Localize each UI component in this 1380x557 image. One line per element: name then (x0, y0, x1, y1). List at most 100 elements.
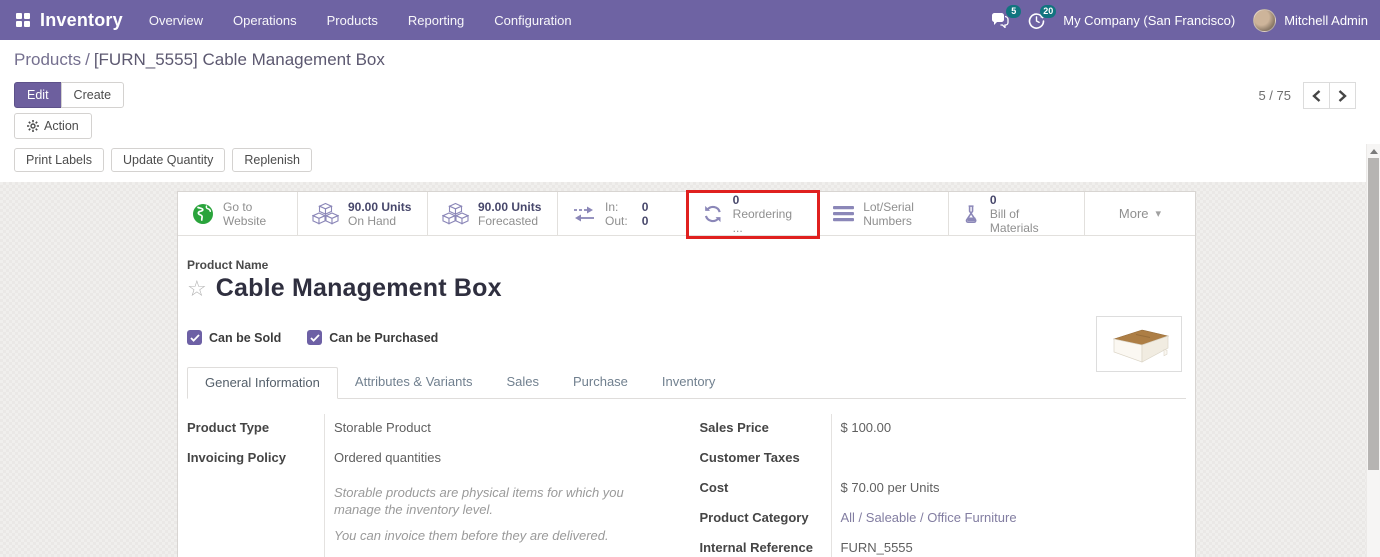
checkbox-checked-icon (187, 330, 202, 345)
app-brand[interactable]: Inventory (40, 10, 123, 31)
stat-in-out[interactable]: In: 0 Out: 0 (558, 192, 688, 235)
tab-general-information[interactable]: General Information (187, 367, 338, 399)
checkbox-label: Can be Purchased (329, 330, 439, 345)
field-customer-taxes: Customer Taxes (700, 444, 1187, 474)
product-name-label: Product Name (187, 258, 269, 272)
can-be-sold-checkbox[interactable]: Can be Sold (187, 330, 281, 345)
stat-label: On Hand (348, 213, 397, 228)
field-value[interactable]: FURN_5555 (832, 534, 913, 557)
form-left-column: Product Type Storable Product Invoicing … (187, 414, 674, 557)
breadcrumb-products-link[interactable]: Products (14, 50, 81, 69)
tab-inventory[interactable]: Inventory (645, 367, 732, 399)
control-panel: Products / [FURN_5555] Cable Management Bo… (0, 40, 1380, 139)
edit-button[interactable]: Edit (14, 82, 62, 108)
stat-label: Numbers (863, 213, 912, 228)
stat-go-to-website[interactable]: Go to Website (178, 192, 298, 235)
help-text-line: Storable products are physical items for… (334, 485, 624, 517)
breadcrumb-separator: / (85, 50, 90, 69)
gear-icon (27, 120, 39, 132)
stat-on-hand[interactable]: 90.00 Units On Hand (298, 192, 428, 235)
scrollbar-thumb[interactable] (1368, 158, 1379, 470)
stat-value: 90.00 Units (348, 199, 412, 214)
more-label: More (1118, 206, 1149, 221)
user-menu[interactable]: Mitchell Admin (1284, 13, 1368, 28)
update-quantity-button[interactable]: Update Quantity (111, 148, 226, 172)
stat-lot-serial-numbers[interactable]: Lot/Serial Numbers (819, 192, 950, 235)
refresh-icon (704, 205, 721, 222)
tab-sales[interactable]: Sales (489, 367, 556, 399)
field-label: Cost (700, 474, 832, 504)
action-menu-button[interactable]: Action (14, 113, 92, 139)
cubes-icon (442, 202, 469, 225)
apps-grid-icon[interactable] (16, 13, 30, 27)
pager-value: 5 / 75 (1258, 88, 1291, 103)
stat-bill-of-materials[interactable]: 0 Bill of Materials (949, 192, 1085, 235)
notebook-tabs: General Information Attributes & Variant… (187, 366, 1186, 399)
action-menu-label: Action (44, 119, 79, 133)
can-be-purchased-checkbox[interactable]: Can be Purchased (307, 330, 438, 345)
product-title: Cable Management Box (215, 274, 502, 302)
field-label: Internal Reference (700, 534, 832, 557)
company-switcher[interactable]: My Company (San Francisco) (1063, 13, 1235, 28)
pager-previous-button[interactable] (1303, 82, 1330, 109)
cubes-icon (312, 202, 339, 225)
triangle-up-icon (1369, 148, 1378, 154)
field-label: Customer Taxes (700, 444, 832, 474)
menu-operations[interactable]: Operations (233, 13, 297, 28)
field-value[interactable]: $ 100.00 (832, 414, 892, 444)
stat-in-label: In: (605, 199, 619, 214)
breadcrumb: Products / [FURN_5555] Cable Management Bo… (14, 50, 1366, 70)
stat-forecasted[interactable]: 90.00 Units Forecasted (428, 192, 558, 235)
stat-out-label: Out: (605, 213, 628, 228)
general-information-panel: Product Type Storable Product Invoicing … (187, 414, 1186, 557)
field-value[interactable] (832, 444, 841, 474)
list-lines-icon (833, 206, 855, 222)
messages-badge: 5 (1006, 5, 1022, 18)
stat-more-dropdown[interactable]: More ▾ (1085, 192, 1195, 235)
main-menu: Overview Operations Products Reporting C… (149, 13, 572, 28)
stat-value: 0 (732, 192, 740, 207)
field-value-link[interactable]: All / Saleable / Office Furniture (832, 504, 1017, 534)
field-value[interactable]: Storable Product (325, 414, 431, 444)
field-sales-price: Sales Price $ 100.00 (700, 414, 1187, 444)
field-help-text: Storable products are physical items for… (187, 474, 674, 557)
field-label-empty (187, 474, 325, 557)
print-labels-button[interactable]: Print Labels (14, 148, 105, 172)
help-text-line: You can invoice them before they are del… (334, 528, 609, 543)
chevron-left-icon (1312, 89, 1321, 102)
stat-reordering-rules[interactable]: 0 Reordering ... (686, 190, 821, 239)
content-area: Go to Website 90.00 Units On Hand 90.00 … (0, 182, 1380, 557)
stat-out-value: 0 (641, 213, 649, 228)
menu-products[interactable]: Products (327, 13, 378, 28)
field-invoicing-policy: Invoicing Policy Ordered quantities (187, 444, 674, 474)
menu-configuration[interactable]: Configuration (494, 13, 571, 28)
create-button[interactable]: Create (60, 82, 125, 108)
stat-label: Website (223, 213, 267, 228)
breadcrumb-current: [FURN_5555] Cable Management Box (93, 50, 385, 69)
stat-in-value: 0 (641, 199, 649, 214)
product-image[interactable] (1096, 316, 1182, 372)
page: Inventory Overview Operations Products R… (0, 0, 1380, 557)
messages-icon[interactable]: 5 (991, 5, 1022, 28)
field-value[interactable]: Ordered quantities (325, 444, 441, 474)
field-value[interactable]: $ 70.00 per Units (832, 474, 940, 504)
scroll-up-button[interactable] (1367, 144, 1380, 158)
stat-button-row: Go to Website 90.00 Units On Hand 90.00 … (178, 190, 1195, 239)
vertical-scrollbar[interactable] (1366, 144, 1380, 557)
replenish-button[interactable]: Replenish (232, 148, 312, 172)
stat-label: Reordering ... (732, 206, 793, 235)
activities-icon[interactable]: 20 (1028, 4, 1057, 29)
user-avatar[interactable] (1253, 8, 1277, 32)
menu-overview[interactable]: Overview (149, 13, 203, 28)
tab-purchase[interactable]: Purchase (556, 367, 645, 399)
flask-icon (965, 204, 977, 223)
tab-attributes-variants[interactable]: Attributes & Variants (338, 367, 490, 399)
stat-label: Forecasted (478, 213, 539, 228)
stat-label: Go to (223, 199, 253, 214)
menu-reporting[interactable]: Reporting (408, 13, 464, 28)
field-label: Product Category (700, 504, 832, 534)
field-product-category: Product Category All / Saleable / Office… (700, 504, 1187, 534)
pager-next-button[interactable] (1329, 82, 1356, 109)
form-sheet: Go to Website 90.00 Units On Hand 90.00 … (177, 190, 1196, 557)
favorite-star-icon[interactable]: ☆ (187, 277, 207, 300)
